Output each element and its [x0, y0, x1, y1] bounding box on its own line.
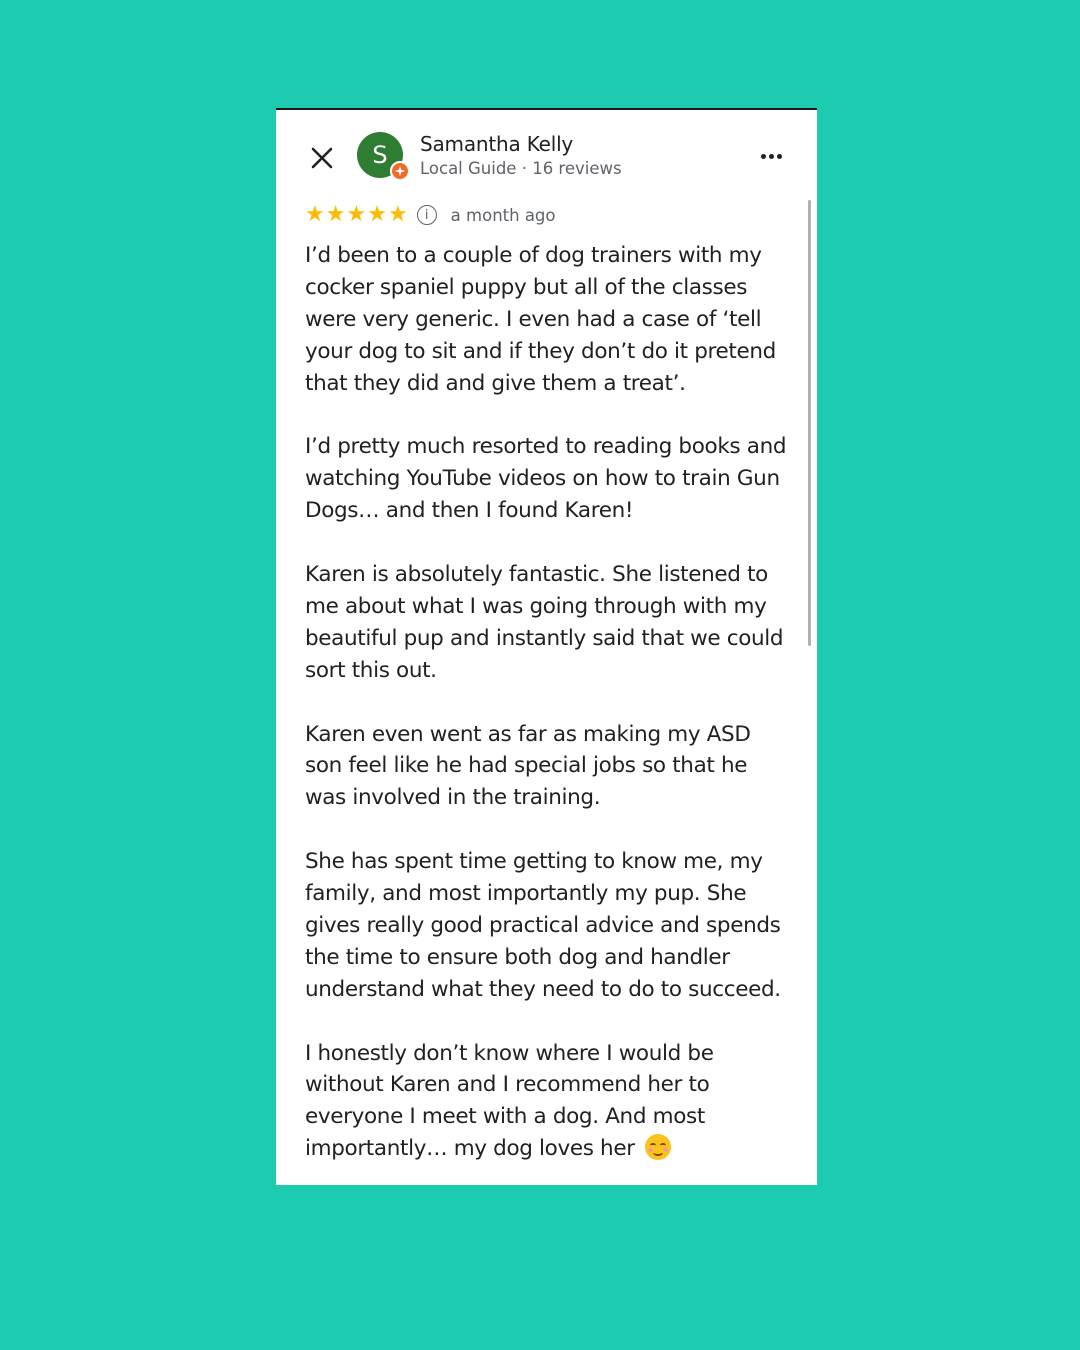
- review-paragraph: She has spent time getting to know me, m…: [305, 849, 781, 1002]
- review-paragraph: Karen even went as far as making my ASD …: [305, 721, 751, 811]
- review-paragraph: I’d pretty much resorted to reading book…: [305, 434, 787, 524]
- review-card: S Samantha Kelly Local Guide · 16 review…: [276, 108, 817, 1185]
- star-rating: ★ ★ ★ ★ ★: [305, 204, 408, 226]
- star-icon: ★: [305, 202, 325, 227]
- smiling-face-icon: [645, 1134, 672, 1161]
- more-options-icon: [760, 153, 766, 159]
- author-meta: Local Guide · 16 reviews: [420, 159, 622, 178]
- review-date: a month ago: [450, 205, 556, 225]
- star-icon: ★: [367, 202, 387, 227]
- author-name[interactable]: Samantha Kelly: [420, 132, 573, 156]
- rating-row: ★ ★ ★ ★ ★ i a month ago: [305, 202, 556, 228]
- info-icon[interactable]: i: [416, 205, 437, 225]
- star-icon: ★: [387, 202, 408, 227]
- review-paragraph: Karen is absolutely fantastic. She liste…: [305, 562, 784, 683]
- review-paragraph-last: I honestly don’t know where I would be w…: [305, 1038, 791, 1166]
- more-options-icon: [768, 153, 774, 159]
- close-button[interactable]: [304, 140, 340, 176]
- local-guide-badge-icon: [390, 161, 410, 181]
- scrollbar[interactable]: [808, 200, 811, 646]
- review-paragraph: I’d been to a couple of dog trainers wit…: [305, 243, 776, 396]
- review-text: I’d been to a couple of dog trainers wit…: [305, 240, 791, 1185]
- star-icon: ★: [346, 202, 367, 227]
- more-options-icon: [776, 153, 782, 159]
- more-options-button[interactable]: [754, 146, 788, 166]
- close-icon: [311, 147, 333, 169]
- star-icon: ★: [325, 202, 346, 227]
